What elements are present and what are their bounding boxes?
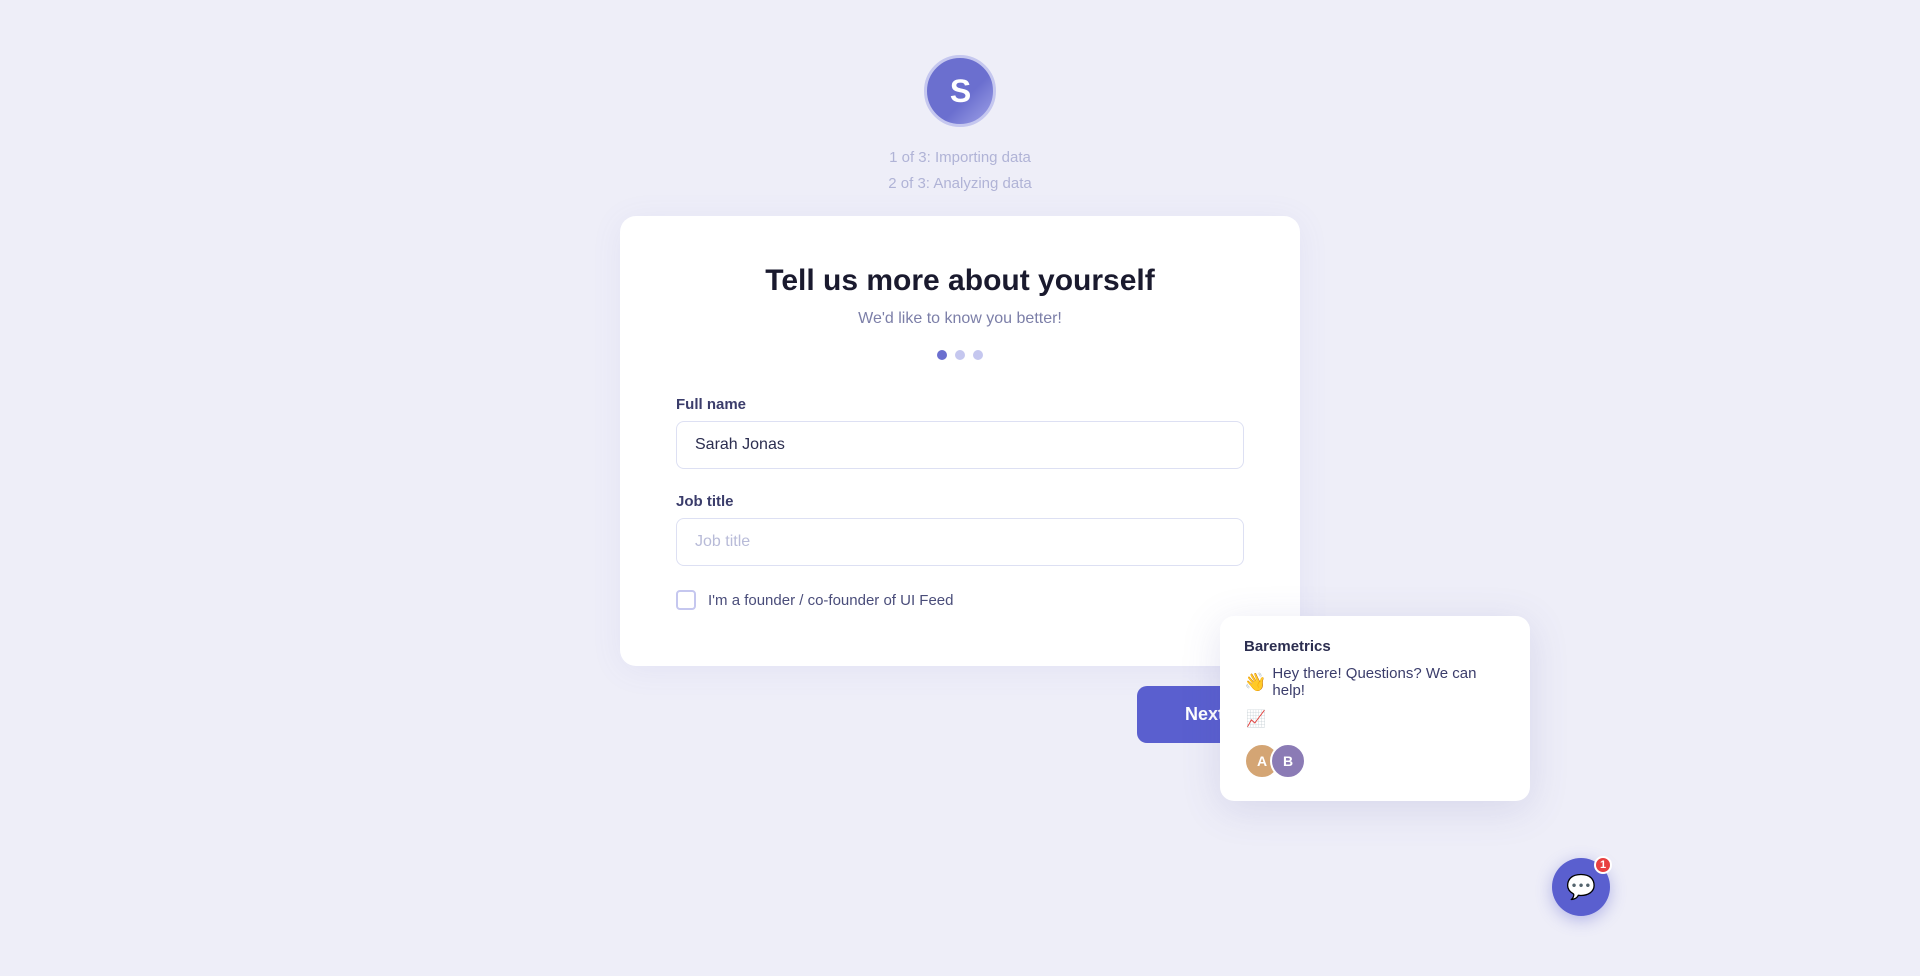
chat-badge: 1 (1594, 856, 1612, 874)
chat-button-icon: 💬 (1566, 873, 1596, 902)
dot-2 (955, 350, 965, 360)
bottom-bar: Next → (620, 686, 1300, 743)
card-subtitle: We'd like to know you better! (858, 310, 1062, 328)
chat-avatars: A B (1244, 743, 1506, 779)
job-title-label: Job title (676, 493, 1244, 510)
avatar-2: B (1270, 743, 1306, 779)
founder-checkbox-row[interactable]: I'm a founder / co-founder of UI Feed (676, 590, 1244, 610)
full-name-input[interactable] (676, 421, 1244, 469)
chat-greeting-emoji: 👋 (1244, 672, 1266, 693)
chat-message-text: Hey there! Questions? We can help! (1272, 665, 1506, 699)
logo-letter: S (950, 73, 970, 110)
chat-popup: Baremetrics 👋 Hey there! Questions? We c… (1220, 616, 1530, 801)
chart-icon: 📈 (1246, 709, 1266, 729)
top-section: S 1 of 3: Importing data 2 of 3: Analyzi… (888, 55, 1031, 196)
progress-step-2: 2 of 3: Analyzing data (888, 171, 1031, 197)
dot-3 (973, 350, 983, 360)
card-title: Tell us more about yourself (765, 264, 1155, 298)
next-button-label: Next (1185, 704, 1224, 725)
founder-checkbox[interactable] (676, 590, 696, 610)
dot-1 (937, 350, 947, 360)
progress-dots (937, 350, 983, 360)
founder-checkbox-label: I'm a founder / co-founder of UI Feed (708, 592, 954, 609)
job-title-input[interactable] (676, 518, 1244, 566)
form-section: Full name Job title I'm a founder / co-f… (676, 396, 1244, 618)
chat-brand: Baremetrics (1244, 638, 1506, 655)
chat-message: 👋 Hey there! Questions? We can help! (1244, 665, 1506, 699)
full-name-label: Full name (676, 396, 1244, 413)
main-card: Tell us more about yourself We'd like to… (620, 216, 1300, 666)
logo-circle: S (924, 55, 996, 127)
chat-button[interactable]: 💬 1 (1552, 858, 1610, 916)
progress-step-1: 1 of 3: Importing data (889, 145, 1031, 171)
